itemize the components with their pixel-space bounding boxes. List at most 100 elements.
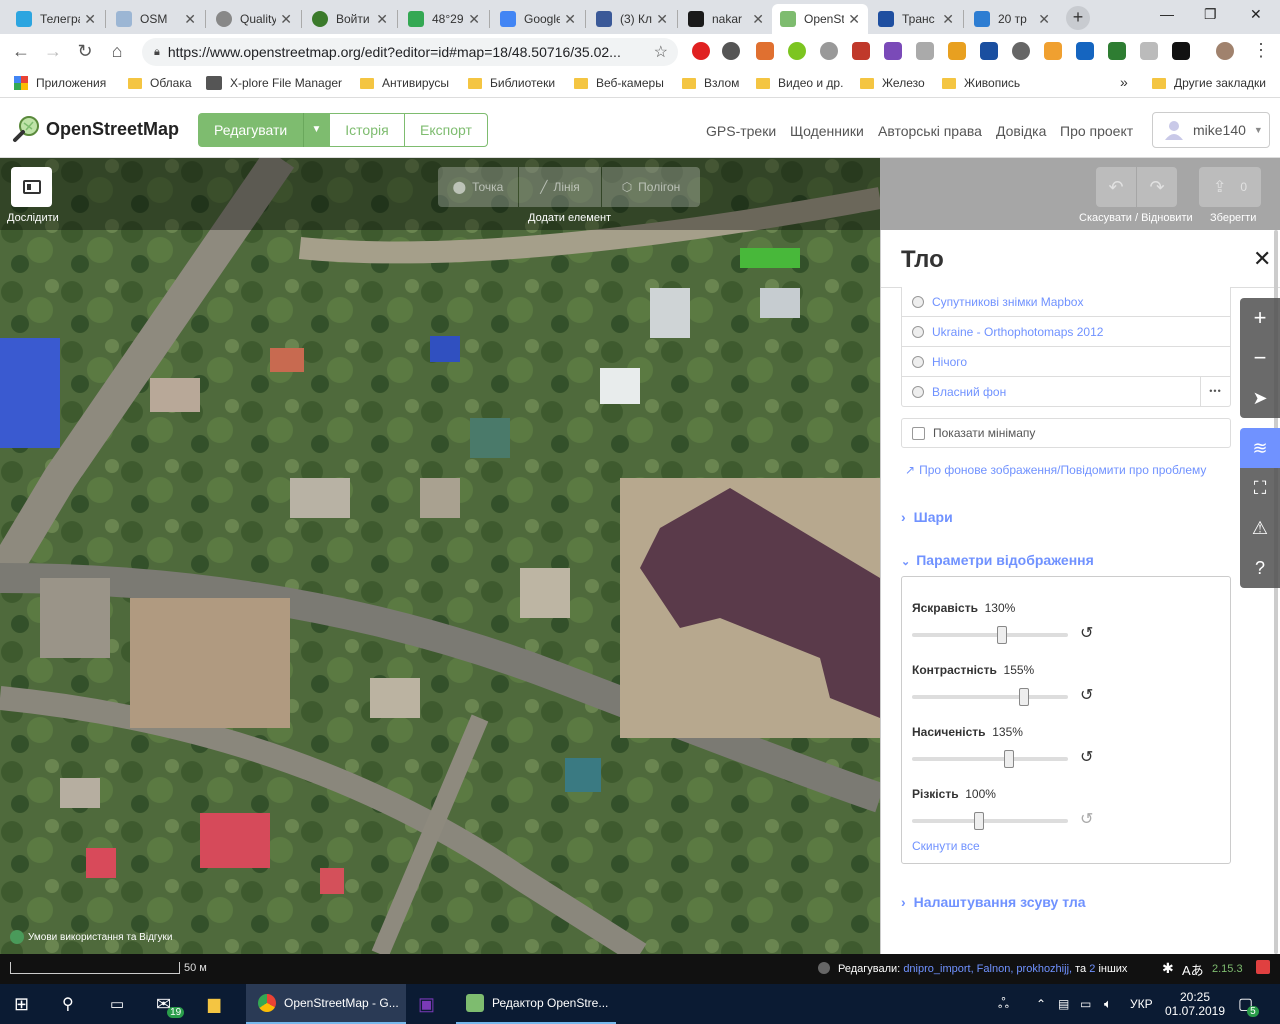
extension-icon[interactable] [820, 42, 838, 60]
menu-icon[interactable]: ⋮ [1250, 40, 1272, 61]
history-button[interactable]: Історія [329, 113, 405, 147]
more-options-icon[interactable]: ••• [1200, 377, 1230, 406]
close-icon[interactable]: ✕ [1253, 246, 1271, 272]
taskbar-chrome[interactable]: OpenStreetMap - G... [246, 984, 406, 1024]
network-icon[interactable]: ▤ [1058, 984, 1069, 1024]
extension-icon[interactable] [1012, 42, 1030, 60]
restore-icon[interactable]: ❐ [1204, 6, 1217, 23]
minimize-icon[interactable]: — [1160, 6, 1174, 22]
bookmark-apps[interactable]: Приложения [14, 76, 106, 90]
nav-help[interactable]: Довідка [996, 123, 1046, 139]
windows-start-icon[interactable]: ⊞ [14, 984, 29, 1024]
file-explorer-icon[interactable]: ▆ [208, 984, 220, 1024]
reset-all-link[interactable]: Скинути все [912, 839, 980, 853]
zoom-out-button[interactable]: − [1240, 338, 1280, 378]
brightness-slider[interactable] [912, 626, 1068, 644]
chevron-up-icon[interactable]: ⌃ [1036, 984, 1046, 1024]
version-label[interactable]: 2.15.3 [1212, 963, 1243, 975]
offset-section-header[interactable]: › Налаштування зсуву тла [901, 894, 1086, 910]
redo-button[interactable]: ↷ [1137, 167, 1177, 207]
search-icon[interactable]: ⚲ [62, 984, 74, 1024]
notifications[interactable]: ▢ 5 [1238, 984, 1259, 1024]
edit-dropdown-button[interactable]: ▼ [303, 113, 329, 147]
nav-gps-traces[interactable]: GPS-треки [706, 123, 776, 139]
geolocate-button[interactable]: ➤ [1240, 378, 1280, 418]
mail-app[interactable]: ✉ 19 [156, 984, 185, 1024]
background-pane-button[interactable]: ≋ [1240, 428, 1280, 468]
close-icon[interactable]: ✕ [752, 11, 764, 28]
close-icon[interactable]: ✕ [848, 11, 860, 28]
battery-icon[interactable]: ▭ [1080, 984, 1091, 1024]
clock[interactable]: 20:25 01.07.2019 [1165, 984, 1225, 1024]
bookmark-folder[interactable]: Антивирусы [360, 76, 449, 90]
save-disk-icon[interactable]: ▣ [418, 984, 435, 1024]
volume-icon[interactable]: 🔈︎ [1104, 984, 1112, 1024]
background-source-option[interactable]: Ukraine - Orthophotomaps 2012 [901, 317, 1231, 347]
edit-button[interactable]: Редагувати [198, 113, 304, 147]
close-icon[interactable]: ✕ [1038, 11, 1050, 28]
taskbar-editor[interactable]: Редактор OpenStre... [456, 984, 616, 1024]
close-icon[interactable]: ✕ [280, 11, 292, 28]
display-options-header[interactable]: ⌄ Параметри відображення [901, 552, 1094, 568]
browser-tab[interactable]: Транс ✕ [870, 4, 962, 34]
extension-icon[interactable] [916, 42, 934, 60]
browser-tab[interactable]: 48°29 ✕ [400, 4, 488, 34]
extension-icon[interactable] [756, 42, 774, 60]
others-link[interactable]: 2 [1089, 963, 1095, 975]
close-icon[interactable]: ✕ [656, 11, 668, 28]
close-icon[interactable]: ✕ [564, 11, 576, 28]
terms-link[interactable]: Умови використання та Відгуки [10, 930, 173, 944]
reset-contrast-icon[interactable]: ↺ [1080, 685, 1093, 705]
extension-icon[interactable] [1172, 42, 1190, 60]
bug-icon[interactable]: ✱ [1162, 960, 1174, 977]
save-button[interactable]: ⇪ 0 [1199, 167, 1261, 207]
contributors-links[interactable]: dnipro_import, Falnon, prokhozhijj, [903, 963, 1072, 975]
add-line-button[interactable]: ╱ Лінія [519, 167, 601, 207]
explore-panel-button[interactable] [11, 167, 52, 207]
nav-copyright[interactable]: Авторські права [878, 123, 982, 139]
browser-tab[interactable]: Войти ✕ [304, 4, 396, 34]
sharpness-slider[interactable] [912, 812, 1068, 830]
back-icon[interactable]: ← [10, 41, 32, 62]
saturation-slider[interactable] [912, 750, 1068, 768]
close-icon[interactable]: ✕ [468, 11, 480, 28]
radio-button[interactable] [912, 325, 924, 338]
gift-icon[interactable] [1256, 960, 1270, 974]
zoom-in-button[interactable]: + [1240, 298, 1280, 338]
home-extension-icon[interactable] [948, 42, 966, 60]
people-icon[interactable]: ஃ [998, 984, 1009, 1024]
bookmarks-more[interactable]: » [1120, 74, 1128, 90]
browser-tab[interactable]: nakar ✕ [680, 4, 772, 34]
radio-button[interactable] [912, 385, 924, 398]
extension-icon[interactable] [1076, 42, 1094, 60]
user-menu[interactable]: mike140 ▼ [1152, 112, 1270, 148]
pdf-icon[interactable] [852, 42, 870, 60]
background-source-option[interactable]: Нічого [901, 347, 1231, 377]
bookmark-folder[interactable]: Железо [860, 76, 925, 90]
bookmark-folder[interactable]: Библиотеки [468, 76, 555, 90]
radio-button[interactable] [912, 355, 924, 368]
slider-handle[interactable] [1019, 688, 1030, 706]
add-point-button[interactable]: ⬤ Точка [438, 167, 518, 207]
reset-sharpness-icon[interactable]: ↺ [1080, 809, 1093, 829]
issues-pane-button[interactable]: ⚠ [1240, 508, 1280, 548]
browser-tab[interactable]: Google ✕ [492, 4, 584, 34]
browser-tab[interactable]: OSM ✕ [108, 4, 204, 34]
close-icon[interactable]: ✕ [376, 11, 388, 28]
browser-tab[interactable]: Телеграм ✕ [8, 4, 104, 34]
slider-handle[interactable] [974, 812, 985, 830]
extension-icon[interactable] [1108, 42, 1126, 60]
layers-section-header[interactable]: › Шари [901, 509, 953, 525]
export-button[interactable]: Експорт [404, 113, 488, 147]
task-view-icon[interactable]: ▭ [110, 984, 124, 1024]
close-window-icon[interactable]: ✕ [1250, 6, 1262, 23]
imagery-info-link[interactable]: ↗ Про фонове зображення/Повідомити про пр… [905, 463, 1206, 477]
nav-diaries[interactable]: Щоденники [790, 123, 864, 139]
avatar[interactable] [1216, 42, 1234, 60]
new-tab-button[interactable]: + [1066, 6, 1090, 30]
osm-logo[interactable]: OpenStreetMap [12, 115, 179, 143]
slider-handle[interactable] [997, 626, 1008, 644]
bookmark-folder[interactable]: Взлом [682, 76, 739, 90]
browser-tab[interactable]: 20 тр ✕ [966, 4, 1058, 34]
bookmark-folder[interactable]: Облака [128, 76, 192, 90]
